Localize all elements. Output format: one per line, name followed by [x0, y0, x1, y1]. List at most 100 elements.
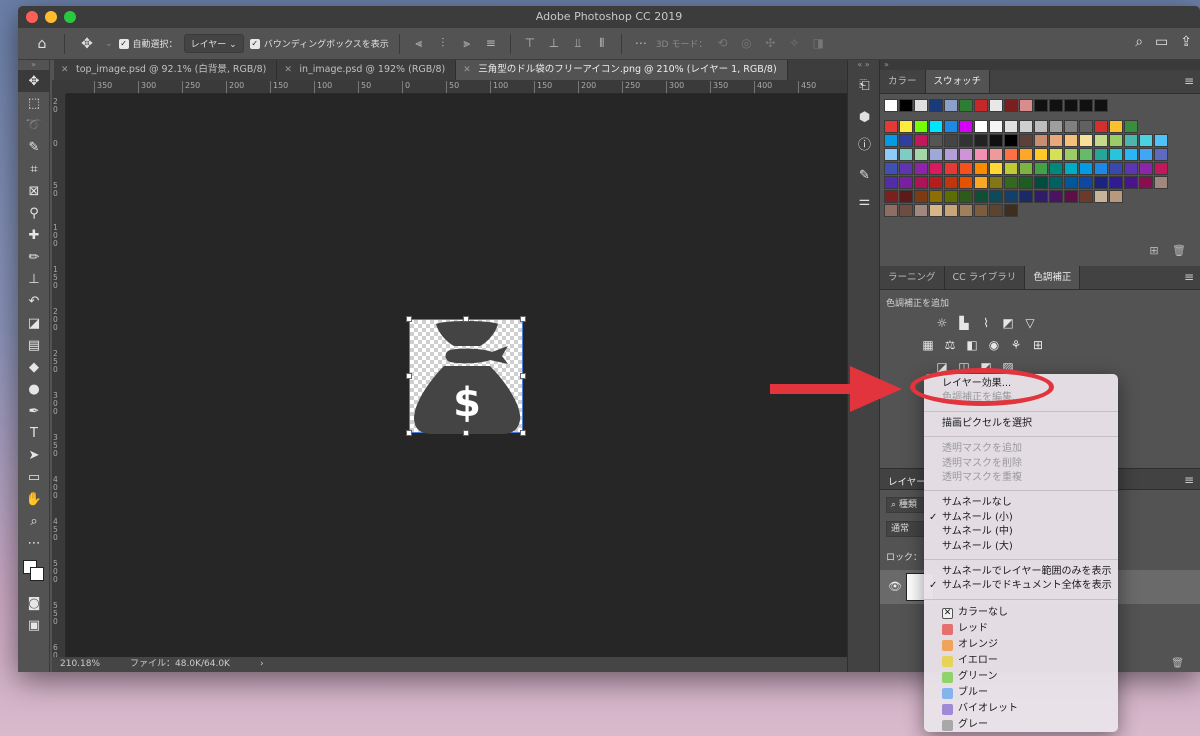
zoom-level[interactable]: 210.18% — [60, 657, 100, 672]
home-icon[interactable]: ⌂ — [30, 32, 54, 56]
tab-layers[interactable]: レイヤー — [888, 474, 926, 488]
color-swatches[interactable] — [18, 554, 50, 592]
swatch[interactable] — [1004, 99, 1018, 112]
swatch[interactable] — [1094, 120, 1108, 133]
swatch[interactable] — [1034, 134, 1048, 147]
swatch-grid[interactable] — [880, 94, 1200, 244]
lasso-tool-icon[interactable]: ➰ — [18, 114, 50, 136]
levels-icon[interactable]: ▙ — [956, 315, 972, 331]
history-panel-icon[interactable]: ⎗ — [848, 72, 881, 98]
swatch[interactable] — [944, 120, 958, 133]
swatch[interactable] — [1154, 162, 1168, 175]
menu-item-select-pixels[interactable]: 描画ピクセルを選択 — [924, 417, 1118, 431]
trash-icon[interactable]: 🗑 — [1172, 244, 1186, 257]
trash-icon[interactable]: 🗑 — [1171, 658, 1184, 669]
swatch[interactable] — [929, 120, 943, 133]
swatch[interactable] — [929, 162, 943, 175]
collapse-panels-icon[interactable]: » — [880, 60, 1200, 70]
swatch[interactable] — [1124, 176, 1138, 189]
swatch[interactable] — [1139, 148, 1153, 161]
swatch[interactable] — [1064, 134, 1078, 147]
swatch[interactable] — [944, 190, 958, 203]
align-top-icon[interactable]: ⊤ — [521, 36, 539, 52]
canvas-area[interactable]: $ — [66, 94, 849, 657]
swatch[interactable] — [929, 134, 943, 147]
swatch[interactable] — [944, 204, 958, 217]
swatch[interactable] — [944, 99, 958, 112]
swatch[interactable] — [959, 148, 973, 161]
swatch[interactable] — [1154, 176, 1168, 189]
tab-swatches[interactable]: スウォッチ — [925, 70, 991, 93]
brush-tool-icon[interactable]: ✏ — [18, 246, 50, 268]
swatch[interactable] — [884, 120, 898, 133]
swatch[interactable] — [1079, 190, 1093, 203]
swatch[interactable] — [1154, 134, 1168, 147]
background-color-icon[interactable] — [30, 567, 44, 581]
swatch[interactable] — [1109, 190, 1123, 203]
auto-select-dropdown[interactable]: レイヤー ⌄ — [183, 34, 244, 53]
swatch[interactable] — [1034, 120, 1048, 133]
swatch[interactable] — [974, 162, 988, 175]
swatch[interactable] — [1004, 176, 1018, 189]
swatch[interactable] — [1034, 148, 1048, 161]
swatch[interactable] — [914, 176, 928, 189]
swatch[interactable] — [1049, 134, 1063, 147]
swatch[interactable] — [884, 134, 898, 147]
swatch[interactable] — [944, 176, 958, 189]
swatch[interactable] — [899, 190, 913, 203]
swatch[interactable] — [1019, 134, 1033, 147]
search-icon[interactable]: ⌕ — [1135, 34, 1143, 50]
zoom-tool-icon[interactable]: ⌕ — [18, 510, 50, 532]
swatch[interactable] — [959, 190, 973, 203]
swatch[interactable] — [1034, 176, 1048, 189]
swatch[interactable] — [899, 162, 913, 175]
move-tool-icon[interactable]: ✥ — [75, 32, 99, 56]
swatch[interactable] — [959, 99, 973, 112]
distribute-h-icon[interactable]: ≡ — [482, 36, 500, 52]
document-image[interactable]: $ — [406, 316, 526, 436]
swatch[interactable] — [899, 176, 913, 189]
menu-item-no-thumbnail[interactable]: サムネールなし — [924, 496, 1118, 510]
swatch[interactable] — [914, 99, 928, 112]
hue-saturation-icon[interactable]: ▦ — [920, 337, 936, 353]
menu-item-color-1[interactable]: レッド — [924, 621, 1118, 637]
info-panel-icon[interactable]: ⓘ — [848, 130, 881, 156]
swatch[interactable] — [1079, 176, 1093, 189]
history-brush-icon[interactable]: ↶ — [18, 290, 50, 312]
align-hcenter-icon[interactable]: ⫶ — [434, 36, 452, 52]
gradient-tool-icon[interactable]: ▤ — [18, 334, 50, 356]
document-tab[interactable]: ✕ top_image.psd @ 92.1% (白背景, RGB/8) — [54, 60, 278, 80]
menu-item-color-4[interactable]: グリーン — [924, 669, 1118, 685]
healing-tool-icon[interactable]: ✚ — [18, 224, 50, 246]
swatch[interactable] — [929, 148, 943, 161]
hand-tool-icon[interactable]: ✋ — [18, 488, 50, 510]
swatch[interactable] — [1124, 134, 1138, 147]
blur-tool-icon[interactable]: ◆ — [18, 356, 50, 378]
status-menu-chevron-icon[interactable]: › — [260, 657, 264, 672]
exposure-icon[interactable]: ◩ — [1000, 315, 1016, 331]
close-window-button[interactable] — [26, 11, 38, 23]
swatch[interactable] — [1124, 148, 1138, 161]
more-options-icon[interactable]: ⋯ — [632, 36, 650, 52]
swatch[interactable] — [1079, 148, 1093, 161]
swatch[interactable] — [1049, 120, 1063, 133]
swatch[interactable] — [899, 99, 913, 112]
swatch[interactable] — [1094, 134, 1108, 147]
swatch[interactable] — [884, 190, 898, 203]
swatch[interactable] — [914, 120, 928, 133]
color-balance-icon[interactable]: ⚖ — [942, 337, 958, 353]
brushes-panel-icon[interactable]: ✎ — [848, 162, 881, 188]
swatch[interactable] — [1004, 204, 1018, 217]
swatch[interactable] — [959, 120, 973, 133]
pen-tool-icon[interactable]: ✒ — [18, 400, 50, 422]
document-tab-active[interactable]: ✕ 三角型のドル袋のフリーアイコン.png @ 210% (レイヤー 1, RGB… — [456, 60, 788, 80]
stamp-tool-icon[interactable]: ⊥ — [18, 268, 50, 290]
swatch[interactable] — [1004, 148, 1018, 161]
photo-filter-icon[interactable]: ◉ — [986, 337, 1002, 353]
panel-menu-icon[interactable]: ≡ — [1184, 74, 1194, 88]
zoom-window-button[interactable] — [64, 11, 76, 23]
swatch[interactable] — [1079, 134, 1093, 147]
swatch[interactable] — [1139, 134, 1153, 147]
swatch[interactable] — [899, 120, 913, 133]
swatch[interactable] — [929, 99, 943, 112]
